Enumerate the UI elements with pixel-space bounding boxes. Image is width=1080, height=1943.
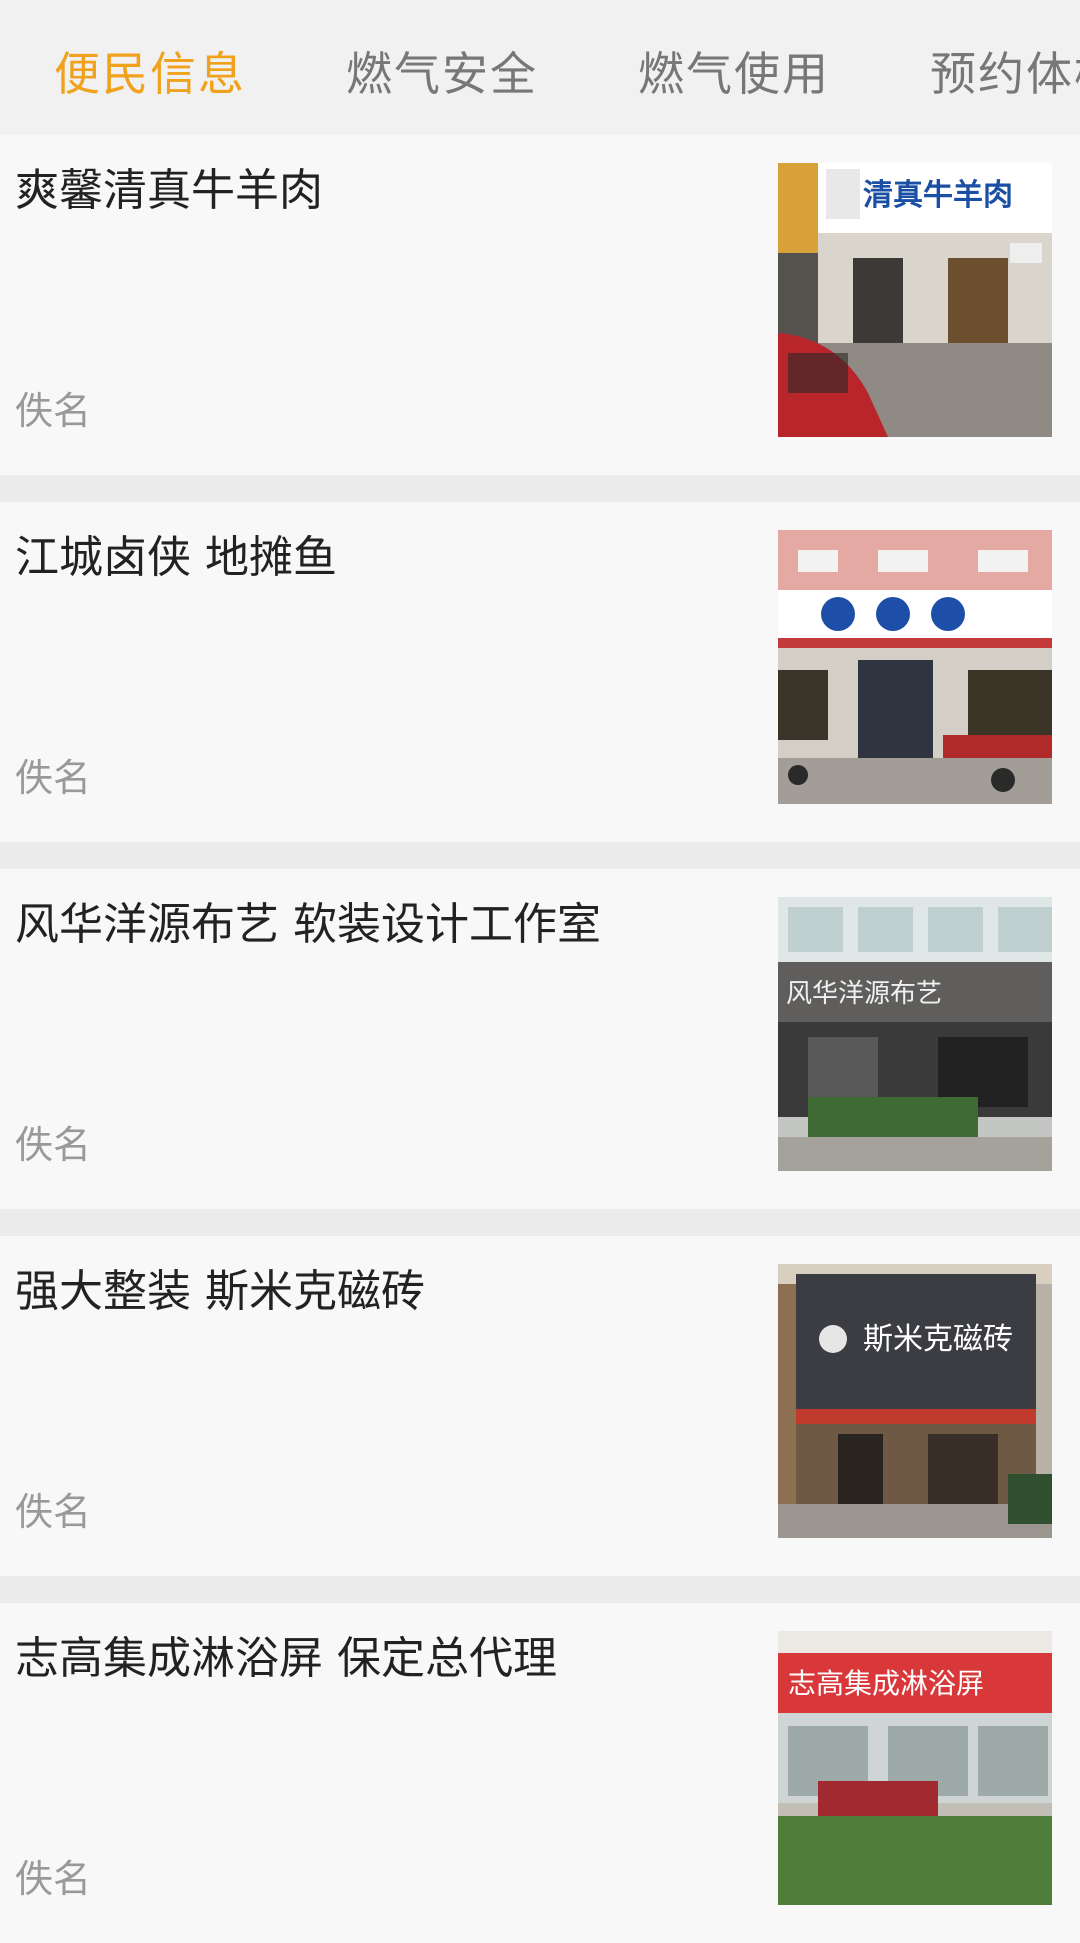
item-author: 佚名 — [15, 389, 92, 433]
list-item[interactable]: 强大整装 斯米克磁砖 佚名 斯米克磁砖 — [0, 1236, 1080, 1576]
item-author: 佚名 — [15, 1857, 92, 1901]
sign-text: 清真牛羊肉 — [863, 178, 1013, 213]
list-divider — [0, 1576, 1080, 1603]
item-author: 佚名 — [15, 756, 92, 800]
list-item[interactable]: 江城卤侠 地摊鱼 佚名 — [0, 502, 1080, 842]
item-title: 志高集成淋浴屏 保定总代理 — [15, 1633, 557, 1684]
list-divider — [0, 842, 1080, 869]
tab-appointment[interactable]: 预约体检 — [930, 46, 1080, 102]
item-title: 强大整装 斯米克磁砖 — [15, 1266, 425, 1317]
sign-text: 志高集成淋浴屏 — [788, 1667, 984, 1700]
tab-bar: 便民信息 燃气安全 燃气使用 预约体检 — [0, 0, 1080, 135]
item-author: 佚名 — [15, 1123, 92, 1167]
tab-gas-safety[interactable]: 燃气安全 — [346, 46, 538, 102]
item-title: 爽馨清真牛羊肉 — [15, 165, 323, 216]
item-thumbnail[interactable]: 志高集成淋浴屏 — [778, 1631, 1052, 1905]
tab-convenience-info[interactable]: 便民信息 — [54, 46, 246, 102]
item-title: 风华洋源布艺 软装设计工作室 — [15, 899, 601, 950]
list-item[interactable]: 志高集成淋浴屏 保定总代理 佚名 志高集成淋浴屏 — [0, 1603, 1080, 1943]
list-divider — [0, 475, 1080, 502]
item-thumbnail[interactable] — [778, 530, 1052, 804]
item-title: 江城卤侠 地摊鱼 — [15, 532, 337, 583]
list-divider — [0, 1209, 1080, 1236]
list-item[interactable]: 爽馨清真牛羊肉 佚名 清真牛羊肉 — [0, 135, 1080, 475]
item-thumbnail[interactable]: 风华洋源布艺 — [778, 897, 1052, 1171]
item-thumbnail[interactable]: 斯米克磁砖 — [778, 1264, 1052, 1538]
item-thumbnail[interactable]: 清真牛羊肉 — [778, 163, 1052, 437]
list-item[interactable]: 风华洋源布艺 软装设计工作室 佚名 风华洋源布艺 — [0, 869, 1080, 1209]
tab-gas-usage[interactable]: 燃气使用 — [638, 46, 830, 102]
sign-text: 风华洋源布艺 — [786, 979, 942, 1009]
item-author: 佚名 — [15, 1490, 92, 1534]
sign-text: 斯米克磁砖 — [863, 1322, 1013, 1357]
